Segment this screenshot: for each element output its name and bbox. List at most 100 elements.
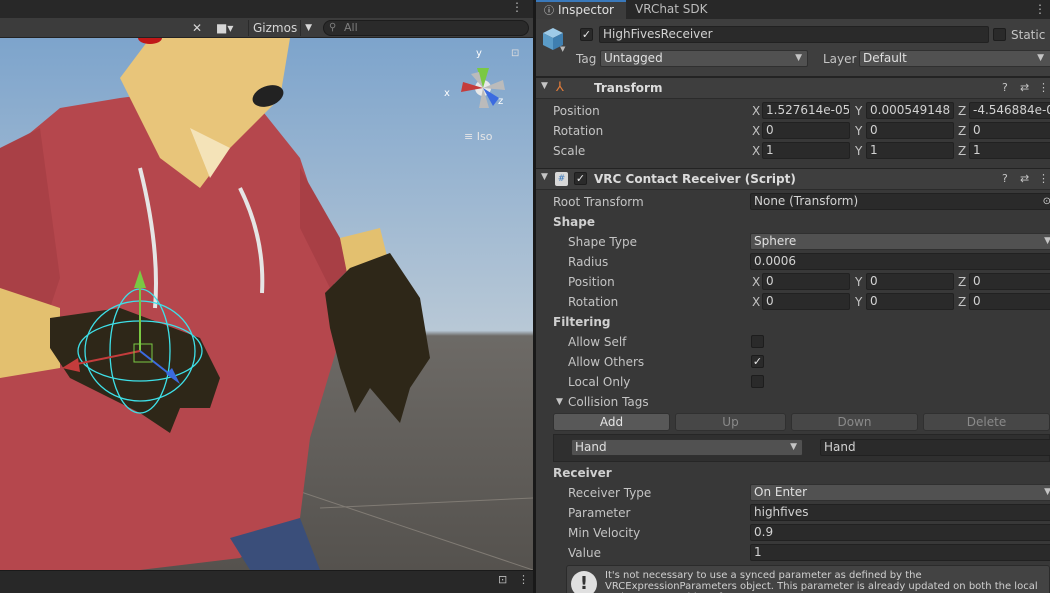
rotation-y-field[interactable]: 0 — [866, 122, 954, 139]
shape-rotation-y-field[interactable]: 0 — [866, 293, 954, 310]
tag-value: Untagged — [604, 51, 663, 65]
tools-icon[interactable]: ✕ — [192, 20, 202, 36]
gizmos-dropdown-icon[interactable]: ▼ — [300, 20, 312, 36]
inspector-tab-icon: ⓘ — [544, 6, 554, 17]
scene-view[interactable]: ⋮ ✕ ■▾ Gizmos ▼ ⚲ All y x z ⊡ ≡ Iso ⊡ ⋮ — [0, 0, 533, 593]
rotation-x-field[interactable]: 0 — [762, 122, 850, 139]
position-x-field[interactable]: 1.527614e-05 — [762, 102, 850, 119]
foldout-arrow-icon[interactable]: ▼ — [556, 392, 563, 412]
shape-position-z-field[interactable]: 0 — [969, 273, 1050, 290]
root-transform-value: None (Transform) — [754, 194, 859, 208]
projection-toggle[interactable]: ≡ Iso — [464, 130, 492, 143]
axis-y-label: Y — [855, 275, 863, 289]
object-name-field[interactable]: HighFivesReceiver — [599, 26, 989, 43]
component-enabled-checkbox[interactable]: ✓ — [574, 172, 587, 185]
presets-icon[interactable]: ⇄ — [1020, 81, 1029, 94]
scale-y-field[interactable]: 1 — [866, 142, 954, 159]
tab-inspector[interactable]: ⓘ Inspector — [536, 0, 626, 19]
shape-position-x-field[interactable]: 0 — [762, 273, 850, 290]
shape-rotation-x-field[interactable]: 0 — [762, 293, 850, 310]
tab-inspector-label: Inspector — [558, 3, 614, 17]
position-z-field[interactable]: -4.546884e-0 — [969, 102, 1050, 119]
transform-title: Transform — [594, 81, 663, 95]
collision-tag-item: Hand ▼ Hand — [553, 434, 1050, 462]
scene-search-input[interactable]: ⚲ All — [323, 20, 529, 36]
component-menu-icon[interactable]: ⋮ — [1038, 81, 1049, 94]
shape-type-dropdown[interactable]: Sphere ▼ — [750, 233, 1050, 250]
scene-bottom-bar: ⊡ ⋮ — [0, 570, 533, 593]
receiver-section-title: Receiver — [553, 466, 612, 480]
axis-y-label: Y — [855, 104, 863, 118]
contact-receiver-header[interactable]: ▼ # ✓ VRC Contact Receiver (Script) ? ⇄ … — [536, 168, 1050, 190]
lock-icon[interactable]: ⊡ — [511, 48, 519, 59]
tag-dropdown[interactable]: Untagged ▼ — [600, 50, 808, 67]
root-transform-field[interactable]: None (Transform) ⊙ — [750, 193, 1050, 210]
collision-tags-row[interactable]: ▼ Collision Tags — [536, 392, 1050, 412]
collision-tags-buttons-row: Add Up Down Delete — [536, 412, 1050, 432]
axis-z-label: Z — [958, 104, 967, 118]
scene-tab-strip: ⋮ — [0, 0, 533, 18]
gizmos-button[interactable]: Gizmos ▼ — [248, 20, 316, 36]
gizmo-axis-y-label: y — [476, 48, 482, 59]
help-icon[interactable]: ? — [1002, 81, 1008, 94]
transform-scale-row: Scale X 1 Y 1 Z 1 — [536, 141, 1050, 161]
axis-z-label: Z — [958, 275, 967, 289]
local-only-checkbox[interactable] — [751, 375, 764, 388]
allow-others-row: Allow Others ✓ — [536, 352, 1050, 372]
delete-button[interactable]: Delete — [923, 413, 1050, 431]
root-transform-label: Root Transform — [553, 195, 644, 209]
scale-x-field[interactable]: 1 — [762, 142, 850, 159]
foldout-arrow-icon[interactable]: ▼ — [541, 81, 548, 91]
camera-icon[interactable]: ■▾ — [216, 20, 233, 36]
tab-vrchat-sdk[interactable]: VRChat SDK — [627, 0, 727, 19]
scene-viewport[interactable]: y x z ⊡ ≡ Iso — [0, 38, 533, 570]
shape-rotation-z-field[interactable]: 0 — [969, 293, 1050, 310]
foldout-arrow-icon[interactable]: ▼ — [541, 172, 548, 182]
help-icon[interactable]: ? — [1002, 172, 1008, 185]
scale-label: Scale — [553, 144, 586, 158]
collision-tag-text-field[interactable]: Hand — [820, 439, 1050, 456]
icon-dropdown-arrow-icon[interactable]: ▼ — [560, 45, 565, 53]
parameter-label: Parameter — [568, 506, 631, 520]
chevron-down-icon: ▼ — [1044, 485, 1050, 500]
axis-y-label: Y — [855, 124, 863, 138]
object-picker-icon[interactable]: ⊙ — [1043, 194, 1050, 209]
position-y-field[interactable]: 0.000549148 — [866, 102, 954, 119]
transform-header[interactable]: ▼ ⅄ Transform ? ⇄ ⋮ — [536, 77, 1050, 99]
gizmo-axis-z-label: z — [498, 96, 504, 107]
bottom-menu-icon[interactable]: ⋮ — [518, 573, 529, 586]
inspector-menu-icon[interactable]: ⋮ — [1034, 2, 1046, 16]
chevron-down-icon: ▼ — [790, 442, 797, 452]
layer-value: Default — [863, 51, 907, 65]
object-active-checkbox[interactable]: ✓ — [580, 28, 593, 41]
static-checkbox[interactable] — [993, 28, 1006, 41]
orientation-gizmo[interactable] — [443, 50, 523, 120]
layer-dropdown[interactable]: Default ▼ — [859, 50, 1050, 67]
shape-position-y-field[interactable]: 0 — [866, 273, 954, 290]
up-button[interactable]: Up — [675, 413, 786, 431]
tag-label: Tag — [576, 52, 597, 66]
min-velocity-field[interactable]: 0.9 — [750, 524, 1050, 541]
radius-field[interactable]: 0.0006 — [750, 253, 1050, 270]
component-menu-icon[interactable]: ⋮ — [1038, 172, 1049, 185]
add-tag-button[interactable]: Add — [553, 413, 670, 431]
presets-icon[interactable]: ⇄ — [1020, 172, 1029, 185]
scene-menu-icon[interactable]: ⋮ — [511, 0, 523, 14]
allow-others-checkbox[interactable]: ✓ — [751, 355, 764, 368]
local-only-row: Local Only — [536, 372, 1050, 392]
value-field[interactable]: 1 — [750, 544, 1050, 561]
gizmos-label: Gizmos — [253, 21, 298, 35]
search-icon: ⚲ — [329, 22, 337, 33]
rotation-z-field[interactable]: 0 — [969, 122, 1050, 139]
scale-z-field[interactable]: 1 — [969, 142, 1050, 159]
axis-z-label: Z — [958, 124, 967, 138]
bottom-lock-icon[interactable]: ⊡ — [498, 573, 507, 586]
down-button[interactable]: Down — [791, 413, 918, 431]
receiver-type-dropdown[interactable]: On Enter ▼ — [750, 484, 1050, 501]
search-placeholder: All — [344, 21, 358, 34]
collision-tag-dropdown[interactable]: Hand ▼ — [571, 439, 803, 456]
allow-self-checkbox[interactable] — [751, 335, 764, 348]
local-only-label: Local Only — [568, 375, 631, 389]
parameter-field[interactable]: highfives — [750, 504, 1050, 521]
shape-section-row: Shape — [536, 212, 1050, 232]
